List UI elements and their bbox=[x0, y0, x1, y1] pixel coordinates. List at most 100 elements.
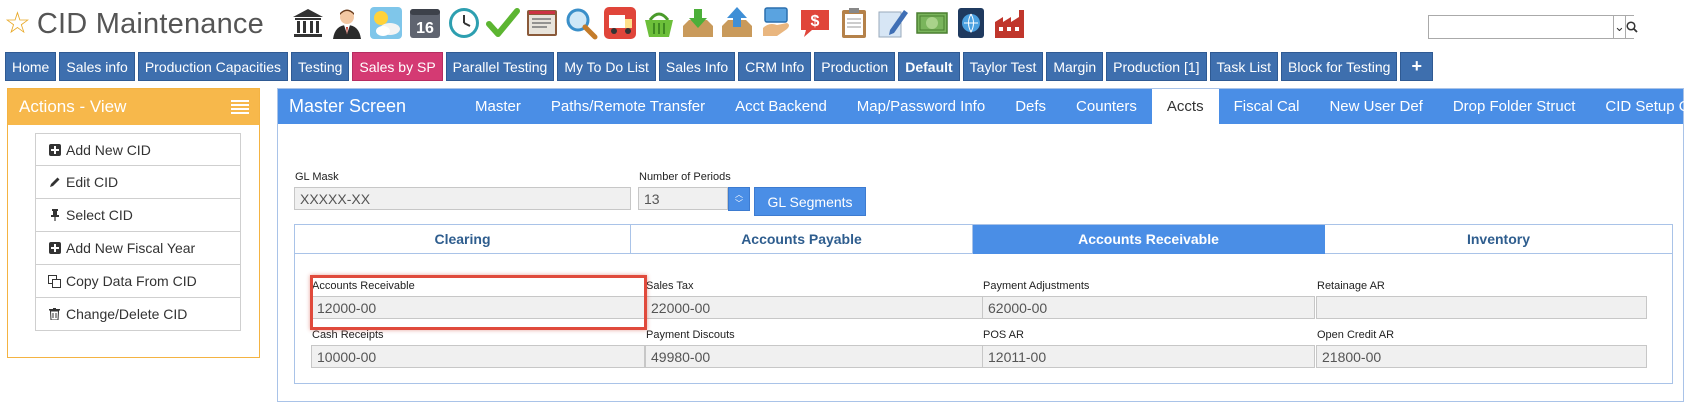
tab-sales-info[interactable]: Sales info bbox=[59, 52, 135, 81]
add-tab-button[interactable]: + bbox=[1400, 52, 1433, 81]
plus-square-icon bbox=[48, 242, 61, 254]
checkmark-icon[interactable] bbox=[485, 5, 520, 40]
tab-production[interactable]: Production bbox=[814, 52, 896, 81]
tab-fiscal-cal[interactable]: Fiscal Cal bbox=[1219, 89, 1315, 124]
tab-my-to-do-list[interactable]: My To Do List bbox=[557, 52, 656, 81]
action-label: Add New Fiscal Year bbox=[66, 240, 196, 256]
tab-margin[interactable]: Margin bbox=[1046, 52, 1104, 81]
add-new-fiscal-year-button[interactable]: Add New Fiscal Year bbox=[35, 232, 241, 265]
tab-inventory[interactable]: Inventory bbox=[1325, 225, 1672, 254]
payment-adjustments-label: Payment Adjustments bbox=[983, 280, 1090, 292]
action-label: Add New CID bbox=[66, 141, 151, 158]
factory-icon[interactable] bbox=[992, 5, 1027, 40]
nav-tabs: Home Sales info Production Capacities Te… bbox=[5, 52, 1433, 81]
inbox-upload-icon[interactable] bbox=[719, 5, 754, 40]
truck-icon[interactable] bbox=[602, 5, 637, 40]
user-icon[interactable] bbox=[329, 5, 364, 40]
search-input[interactable] bbox=[1429, 16, 1613, 38]
inbox-download-icon[interactable] bbox=[680, 5, 715, 40]
tab-accts[interactable]: Accts bbox=[1151, 89, 1219, 124]
chevron-down-icon[interactable]: ﹀ bbox=[735, 199, 743, 208]
change-delete-cid-button[interactable]: Change/Delete CID bbox=[35, 298, 241, 331]
number-of-periods-field[interactable]: 13 bbox=[638, 187, 728, 210]
master-tabs: Master Paths/Remote Transfer Acct Backen… bbox=[460, 89, 1690, 124]
open-credit-ar-field[interactable]: 21800-00 bbox=[1316, 345, 1647, 368]
tab-block-for-testing[interactable]: Block for Testing bbox=[1281, 52, 1398, 81]
chevron-down-icon[interactable]: ⌄ bbox=[1613, 16, 1625, 38]
retainage-ar-field[interactable] bbox=[1316, 296, 1647, 319]
select-cid-button[interactable]: Select CID bbox=[35, 199, 241, 232]
edit-cid-button[interactable]: Edit CID bbox=[35, 166, 241, 199]
globe-device-icon[interactable] bbox=[953, 5, 988, 40]
terminal-icon[interactable] bbox=[524, 5, 559, 40]
tab-testing[interactable]: Testing bbox=[291, 52, 350, 81]
actions-panel: Actions - View Add New CID Edit CID Sele… bbox=[7, 88, 260, 358]
cash-receipts-label: Cash Receipts bbox=[312, 329, 384, 341]
tab-counters[interactable]: Counters bbox=[1061, 89, 1152, 124]
open-credit-ar-label: Open Credit AR bbox=[1317, 329, 1395, 341]
clock-icon[interactable] bbox=[446, 5, 481, 40]
basket-icon[interactable] bbox=[641, 5, 676, 40]
money-icon[interactable] bbox=[914, 5, 949, 40]
sales-tax-label: Sales Tax bbox=[646, 280, 694, 292]
tab-taylor-test[interactable]: Taylor Test bbox=[962, 52, 1044, 81]
clipboard-icon[interactable] bbox=[836, 5, 871, 40]
actions-title: Actions - View bbox=[19, 97, 127, 116]
tab-cid-setup-opts[interactable]: CID Setup Opts bbox=[1590, 89, 1690, 124]
tab-accounts-payable[interactable]: Accounts Payable bbox=[631, 225, 973, 254]
tab-production-capacities[interactable]: Production Capacities bbox=[137, 52, 289, 81]
retainage-ar-label: Retainage AR bbox=[1317, 280, 1385, 292]
tab-map-password-info[interactable]: Map/Password Info bbox=[842, 89, 1000, 124]
tab-master[interactable]: Master bbox=[460, 89, 536, 124]
action-label: Select CID bbox=[66, 207, 133, 223]
hand-card-icon[interactable] bbox=[758, 5, 793, 40]
payment-discounts-label: Payment Discouts bbox=[646, 329, 735, 341]
tab-accounts-receivable[interactable]: Accounts Receivable bbox=[973, 225, 1325, 254]
copy-data-from-cid-button[interactable]: Copy Data From CID bbox=[35, 265, 241, 298]
add-new-cid-button[interactable]: Add New CID bbox=[35, 133, 241, 166]
magnifier-icon[interactable] bbox=[563, 5, 598, 40]
action-label: Edit CID bbox=[66, 174, 119, 190]
action-list: Add New CID Edit CID Select CID Add New … bbox=[35, 133, 241, 331]
dollar-chat-icon[interactable]: $ bbox=[797, 5, 832, 40]
action-label: Change/Delete CID bbox=[66, 306, 188, 322]
calendar-number: 16 bbox=[416, 20, 434, 37]
cash-receipts-field[interactable]: 10000-00 bbox=[311, 345, 645, 368]
pin-icon bbox=[48, 209, 61, 221]
app-title: ☆ CID Maintenance bbox=[4, 4, 264, 44]
sales-tax-field[interactable]: 22000-00 bbox=[645, 296, 983, 319]
tab-clearing[interactable]: Clearing bbox=[295, 225, 631, 254]
tab-paths-remote-transfer[interactable]: Paths/Remote Transfer bbox=[536, 89, 720, 124]
page-title: CID Maintenance bbox=[36, 7, 264, 40]
weather-icon[interactable] bbox=[368, 5, 403, 40]
search-icon[interactable] bbox=[1624, 16, 1638, 38]
tab-production-1[interactable]: Production [1] bbox=[1106, 52, 1207, 81]
calendar-icon[interactable]: 16 bbox=[407, 5, 442, 40]
tab-parallel-testing[interactable]: Parallel Testing bbox=[445, 52, 555, 81]
search-box: ⌄ bbox=[1428, 15, 1638, 39]
pencil-note-icon[interactable] bbox=[875, 5, 910, 40]
tab-defs[interactable]: Defs bbox=[1000, 89, 1061, 124]
periods-stepper[interactable]: ︿ ﹀ bbox=[728, 187, 750, 211]
tab-home[interactable]: Home bbox=[5, 52, 57, 81]
bank-icon[interactable] bbox=[290, 5, 325, 40]
tab-new-user-def[interactable]: New User Def bbox=[1314, 89, 1437, 124]
pencil-icon bbox=[48, 176, 61, 188]
payment-discounts-field[interactable]: 49980-00 bbox=[645, 345, 983, 368]
star-icon[interactable]: ☆ bbox=[4, 9, 31, 39]
tab-drop-folder-struct[interactable]: Drop Folder Struct bbox=[1438, 89, 1591, 124]
tab-sales-by-sp[interactable]: Sales by SP bbox=[352, 52, 443, 81]
payment-adjustments-field[interactable]: 62000-00 bbox=[982, 296, 1315, 319]
gl-mask-field[interactable]: XXXXX-XX bbox=[294, 187, 631, 210]
tab-default[interactable]: Default bbox=[898, 52, 960, 81]
tab-task-list[interactable]: Task List bbox=[1209, 52, 1278, 81]
gl-segments-button[interactable]: GL Segments bbox=[754, 187, 866, 216]
tab-crm-info[interactable]: CRM Info bbox=[738, 52, 812, 81]
tab-acct-backend[interactable]: Acct Backend bbox=[720, 89, 842, 124]
tab-sales-info-2[interactable]: Sales Info bbox=[658, 52, 736, 81]
hamburger-menu-icon[interactable] bbox=[231, 100, 249, 114]
chevron-up-icon[interactable]: ︿ bbox=[735, 190, 743, 199]
master-panel: Master Screen Master Paths/Remote Transf… bbox=[277, 88, 1690, 402]
account-tabs: Clearing Accounts Payable Accounts Recei… bbox=[295, 225, 1672, 254]
pos-ar-field[interactable]: 12011-00 bbox=[982, 345, 1315, 368]
